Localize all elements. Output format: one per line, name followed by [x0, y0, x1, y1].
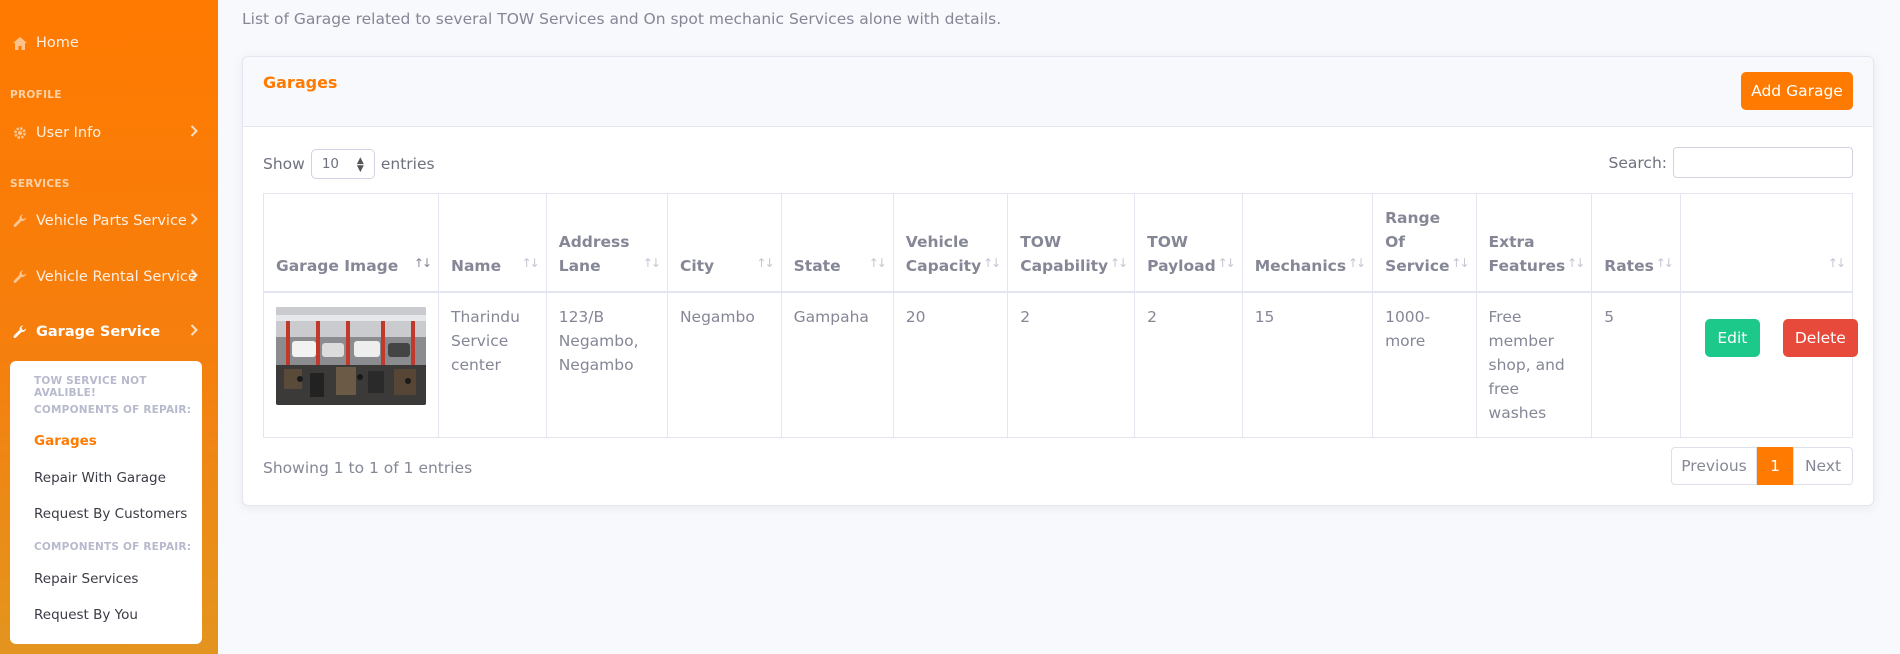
nav-vehicle-parts-label: Vehicle Parts Service	[36, 213, 187, 229]
cell-name: Tharindu Service center	[438, 291, 547, 438]
col-header-tow-capability[interactable]: TOW Capability ↑↓	[1007, 193, 1136, 292]
sort-icon: ↑↓	[413, 255, 432, 270]
cell-extra: Free member shop, and free washes	[1475, 291, 1593, 438]
search-control: Search:	[1609, 147, 1853, 178]
sort-icon: ↑↓	[868, 255, 887, 270]
sort-icon: ↑↓	[1451, 255, 1469, 270]
cell-rates: 5	[1591, 291, 1681, 438]
wrench-icon	[12, 324, 28, 340]
submenu-heading-repair: COMPONENTS OF REPAIR:	[34, 541, 192, 553]
sort-icon: ↑↓	[1567, 255, 1585, 270]
garages-card: Garages Add Garage Show 10 ▲ ▼ entries Se…	[242, 56, 1874, 506]
cell-address: 123/B Negambo, Negambo	[545, 291, 668, 438]
sort-icon: ↑↓	[1217, 255, 1236, 270]
col-header-image[interactable]: Garage Image ↑↓	[263, 193, 439, 292]
entries-select-value: 10	[321, 156, 340, 172]
page-description: List of Garage related to several TOW Se…	[242, 10, 1002, 28]
search-label: Search:	[1608, 153, 1667, 172]
nav-home-label: Home	[36, 35, 79, 51]
cell-actions: Edit Delete	[1679, 291, 1858, 438]
garages-table: Garage Image ↑↓ Name ↑↓ Address Lane ↑↓ Cit…	[263, 193, 1858, 438]
submenu-item-repair-with-garage[interactable]: Repair With Garage	[34, 470, 166, 486]
nav-vehicle-parts[interactable]: Vehicle Parts Service	[0, 199, 218, 243]
cell-image	[263, 291, 439, 438]
garage-image	[276, 306, 426, 405]
select-updown-icon: ▲ ▼	[356, 156, 364, 174]
col-header-capacity[interactable]: Vehicle Capacity ↑↓	[892, 193, 1009, 292]
sort-icon: ↑↓	[1655, 255, 1674, 270]
table-row: Tharindu Service center 123/B Negambo, N…	[263, 291, 1858, 438]
chevron-right-icon	[190, 269, 198, 285]
sort-icon: ↑↓	[1347, 255, 1366, 270]
delete-button[interactable]: Delete	[1782, 318, 1858, 357]
sort-icon: ↑↓	[756, 255, 775, 270]
col-header-mechanics[interactable]: Mechanics ↑↓	[1241, 193, 1374, 292]
submenu-heading-tow: TOW SERVICE NOT AVALIBLE!	[34, 375, 147, 399]
nav-user-info-label: User Info	[36, 125, 102, 141]
cell-mechanics: 15	[1241, 291, 1374, 438]
col-header-range[interactable]: Range Of Service ↑↓	[1372, 193, 1477, 292]
col-header-rates[interactable]: Rates ↑↓	[1591, 193, 1681, 292]
chevron-right-icon	[190, 125, 198, 141]
table-header-row: Garage Image ↑↓ Name ↑↓ Address Lane ↑↓ Cit…	[263, 193, 1854, 292]
chevron-right-icon	[190, 213, 198, 229]
sort-icon: ↑↓	[983, 255, 1001, 270]
col-header-actions[interactable]: ↑↓	[1679, 193, 1854, 292]
submenu-item-garages[interactable]: Garages	[34, 433, 97, 449]
col-header-extra[interactable]: Extra Features ↑↓	[1475, 193, 1593, 292]
nav-home[interactable]: Home	[0, 21, 218, 65]
add-garage-button[interactable]: Add Garage	[1741, 72, 1853, 110]
pagination: Previous 1 Next	[1671, 447, 1853, 485]
submenu-item-request-by-you[interactable]: Request By You	[34, 607, 138, 623]
nav-user-info[interactable]: User Info	[0, 111, 218, 155]
pagination-page-current[interactable]: 1	[1757, 447, 1793, 485]
nav-heading-profile: PROFILE	[10, 89, 62, 101]
cell-state: Gampaha	[780, 291, 894, 438]
submenu-item-repair-services[interactable]: Repair Services	[34, 571, 138, 587]
card-header: Garages Add Garage	[243, 57, 1873, 127]
search-input[interactable]	[1673, 147, 1853, 178]
cell-city: Negambo	[666, 291, 782, 438]
wrench-icon	[12, 269, 28, 285]
sort-icon: ↑↓	[1110, 255, 1128, 270]
cell-tow-capability: 2	[1007, 291, 1136, 438]
nav-garage-service[interactable]: Garage Service	[0, 310, 218, 354]
home-icon	[12, 35, 28, 51]
sidebar: Home PROFILE User Info SERVICES Vehicle …	[0, 0, 218, 654]
cell-capacity: 20	[892, 291, 1009, 438]
nav-heading-services: SERVICES	[10, 178, 70, 190]
cell-range: 1000-more	[1372, 291, 1477, 438]
edit-button[interactable]: Edit	[1704, 318, 1760, 357]
submenu-heading-repair: COMPONENTS OF REPAIR:	[34, 404, 192, 416]
card-title: Garages	[263, 73, 338, 92]
col-header-name[interactable]: Name ↑↓	[438, 193, 547, 292]
length-control: Show 10 ▲ ▼ entries	[263, 149, 435, 179]
garage-service-submenu: TOW SERVICE NOT AVALIBLE! COMPONENTS OF …	[10, 361, 202, 644]
entries-select[interactable]: 10 ▲ ▼	[310, 149, 375, 179]
cell-tow-payload: 2	[1134, 291, 1243, 438]
pagination-next[interactable]: Next	[1793, 447, 1853, 485]
sort-icon: ↑↓	[642, 255, 661, 270]
wrench-icon	[12, 213, 28, 229]
sort-icon: ↑↓	[1827, 255, 1846, 270]
col-header-city[interactable]: City ↑↓	[666, 193, 782, 292]
pagination-previous[interactable]: Previous	[1671, 447, 1757, 485]
col-header-tow-payload[interactable]: TOW Payload ↑↓	[1134, 193, 1243, 292]
chevron-right-icon	[190, 324, 198, 340]
gear-icon	[12, 125, 28, 141]
nav-vehicle-rental[interactable]: Vehicle Rental Service	[0, 255, 218, 299]
show-label: Show	[263, 155, 305, 173]
nav-garage-service-label: Garage Service	[36, 324, 161, 340]
nav-vehicle-rental-label: Vehicle Rental Service	[36, 269, 197, 285]
table-info: Showing 1 to 1 of 1 entries	[263, 459, 473, 477]
submenu-item-request-by-customers[interactable]: Request By Customers	[34, 506, 187, 522]
col-header-state[interactable]: State ↑↓	[780, 193, 894, 292]
col-header-address[interactable]: Address Lane ↑↓	[545, 193, 668, 292]
entries-label: entries	[380, 155, 435, 173]
sort-icon: ↑↓	[521, 255, 540, 270]
